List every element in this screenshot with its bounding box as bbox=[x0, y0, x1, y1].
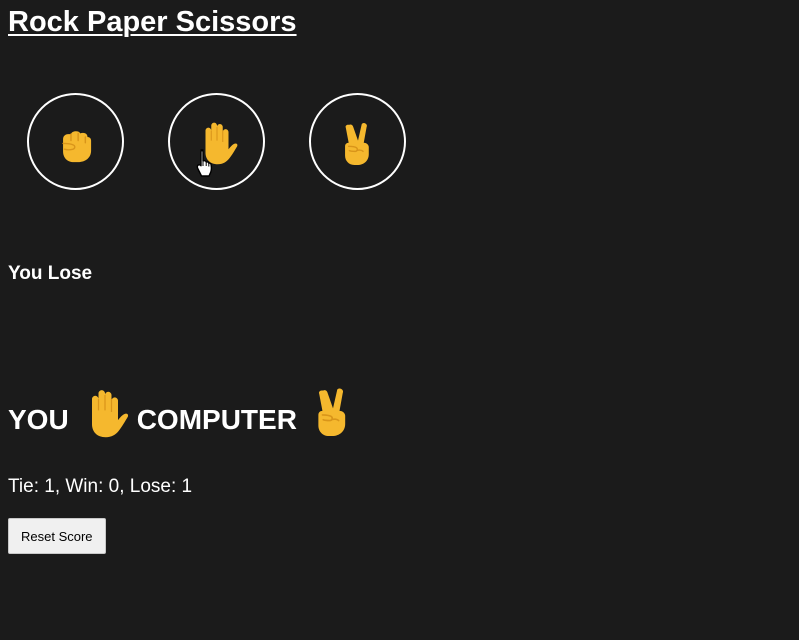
score-text: Tie: 1, Win: 0, Lose: 1 bbox=[8, 476, 193, 497]
moves-display: YOU COMPUTER bbox=[8, 384, 359, 448]
pointer-cursor-icon bbox=[196, 149, 213, 177]
reset-score-button[interactable]: Reset Score bbox=[8, 518, 106, 554]
result-text: You Lose bbox=[8, 263, 93, 284]
victory-hand-icon bbox=[335, 119, 381, 165]
fist-icon bbox=[53, 119, 99, 165]
page-title: Rock Paper Scissors bbox=[8, 6, 297, 38]
rock-button[interactable] bbox=[27, 93, 124, 190]
you-label: YOU bbox=[8, 404, 69, 435]
scissors-button[interactable] bbox=[309, 93, 406, 190]
computer-label: COMPUTER bbox=[136, 404, 297, 435]
raised-hand-icon bbox=[79, 386, 131, 438]
victory-hand-icon bbox=[307, 384, 359, 436]
page: Rock Paper Scissors You Lose YOU COMPUTE… bbox=[0, 0, 799, 640]
